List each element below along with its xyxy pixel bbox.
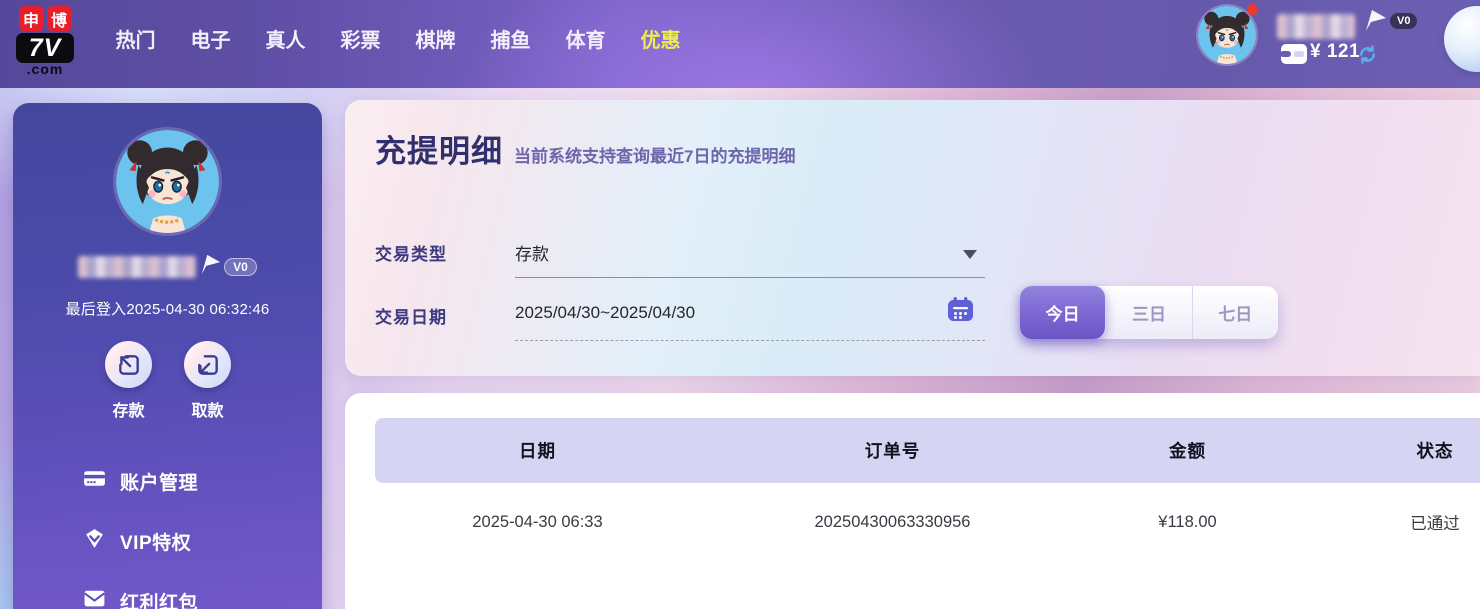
column-header-status: 状态 [1416, 441, 1454, 461]
sidebar-item-bonus[interactable]: 红利红包 [82, 587, 198, 609]
tab-seven-days[interactable]: 七日 [1193, 286, 1278, 339]
cell-date: 2025-04-30 06:33 [472, 512, 603, 531]
page-title: 充提明细 [375, 134, 503, 169]
sidebar-item-account[interactable]: 账户管理 [82, 467, 198, 495]
transaction-type-value[interactable]: 存款 [515, 240, 549, 265]
nav-item-promo[interactable]: 优惠 [623, 24, 698, 53]
wallet-icon [1280, 43, 1308, 70]
avatar-girl-illustration [1198, 6, 1256, 64]
avatar-girl-illustration [116, 130, 219, 233]
vip-flag-icon [1362, 8, 1388, 37]
brand-seal-right: 博 [46, 6, 72, 31]
transaction-type-label: 交易类型 [375, 245, 447, 264]
bank-card-icon [82, 466, 107, 496]
sidebar-item-label: VIP特权 [120, 532, 192, 554]
sidebar-username-row: V0 [13, 253, 322, 280]
date-range-tab-group: 今日 三日 七日 [1020, 286, 1278, 339]
notification-dot [1247, 4, 1258, 15]
brand-domain: .com [26, 61, 64, 77]
username-masked [78, 255, 197, 278]
vip-flag-icon [198, 253, 222, 280]
brand-logo-text: 7V [16, 33, 74, 63]
sidebar-item-vip[interactable]: VIP特权 [82, 527, 191, 555]
brand-seals: 申 博 [18, 6, 72, 31]
last-login-text: 最后登入2025-04-30 06:32:46 [65, 301, 270, 318]
filters-panel: 充提明细 当前系统支持查询最近7日的充提明细 交易类型 存款 交易日期 2025… [345, 100, 1480, 376]
user-avatar[interactable] [1198, 6, 1256, 64]
cell-amount: ¥118.00 [1158, 512, 1217, 531]
red-envelope-icon [82, 586, 107, 609]
records-panel: 日期 订单号 金额 状态 2025-04-30 06:33 2025043006… [345, 393, 1480, 609]
column-header-order-no: 订单号 [864, 441, 921, 461]
table-header-row: 日期 订单号 金额 状态 [375, 418, 1480, 483]
tab-today[interactable]: 今日 [1020, 286, 1107, 339]
table-row[interactable]: 2025-04-30 06:33 20250430063330956 ¥118.… [375, 483, 1480, 561]
deposit-icon [105, 341, 152, 388]
nav-item-lottery[interactable]: 彩票 [323, 24, 398, 53]
deposit-button[interactable]: 存款 [89, 341, 168, 421]
sidebar-item-label: 红利红包 [120, 592, 199, 609]
withdraw-button[interactable]: 取款 [168, 341, 247, 421]
transaction-date-label: 交易日期 [375, 308, 447, 327]
nav-item-cards[interactable]: 棋牌 [398, 24, 473, 53]
page-background: V0 最后登入2025-04-30 06:32:46 存款 取款 账户管理 VI… [0, 88, 1480, 609]
page-subtitle: 当前系统支持查询最近7日的充提明细 [514, 147, 796, 166]
main-nav: 热门 电子 真人 彩票 棋牌 捕鱼 体育 优惠 [98, 0, 698, 76]
calendar-icon[interactable] [947, 296, 974, 328]
wallet-balance: ¥ 121 [1310, 41, 1361, 62]
chevron-down-icon[interactable] [963, 250, 977, 259]
date-field-underline [515, 340, 985, 341]
sidebar-item-label: 账户管理 [120, 472, 199, 494]
cell-status: 已通过 [1410, 515, 1460, 533]
withdraw-label: 取款 [191, 403, 224, 420]
column-header-date: 日期 [519, 441, 556, 461]
nav-item-sports[interactable]: 体育 [548, 24, 623, 53]
panel-title-row: 充提明细 当前系统支持查询最近7日的充提明细 [375, 126, 795, 171]
vip-level-badge: V0 [1390, 13, 1418, 29]
vip-badge-icon [82, 526, 107, 556]
sidebar-user-avatar[interactable] [116, 130, 219, 233]
brand-seal-left: 申 [18, 6, 44, 31]
nav-item-fishing[interactable]: 捕鱼 [473, 24, 548, 53]
vip-level-badge: V0 [224, 257, 257, 276]
deposit-label: 存款 [112, 403, 145, 420]
cell-order-no: 20250430063330956 [814, 512, 971, 531]
withdraw-icon [184, 341, 231, 388]
column-header-amount: 金额 [1169, 441, 1206, 461]
top-navbar: 申 博 7V .com 热门 电子 真人 彩票 棋牌 捕鱼 体育 优惠 V0 ¥… [0, 0, 1480, 88]
floating-widget-partial[interactable] [1444, 6, 1480, 72]
brand-logo[interactable]: 申 博 7V .com [14, 6, 76, 77]
account-sidebar: V0 最后登入2025-04-30 06:32:46 存款 取款 账户管理 VI… [13, 103, 322, 609]
type-field-underline [515, 277, 985, 278]
tab-three-days[interactable]: 三日 [1106, 286, 1193, 339]
nav-item-slots[interactable]: 电子 [173, 24, 248, 53]
refresh-balance-icon[interactable] [1356, 43, 1379, 71]
nav-item-hot[interactable]: 热门 [98, 24, 173, 53]
username-masked [1277, 14, 1355, 39]
transaction-date-value[interactable]: 2025/04/30~2025/04/30 [515, 303, 695, 323]
nav-item-live[interactable]: 真人 [248, 24, 323, 53]
